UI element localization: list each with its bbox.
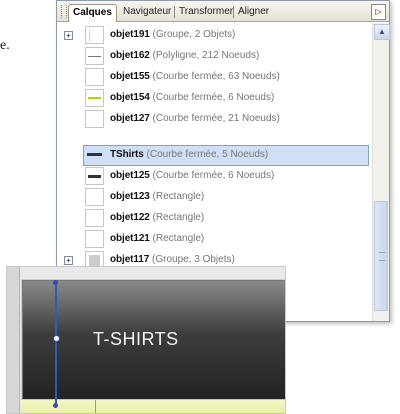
tshirts-label: T-SHIRTS <box>93 329 179 349</box>
layer-detail: (Polyligne, 212 Noeuds) <box>149 50 260 61</box>
layer-row-objet154[interactable]: objet154 (Courbe fermée, 6 Noeuds) <box>57 88 369 109</box>
layer-thumbnail <box>85 146 104 164</box>
panel-grip[interactable] <box>61 5 67 18</box>
layer-thumbnail <box>85 47 104 65</box>
layer-name: objet121 <box>110 233 150 244</box>
panel-menu-arrow-icon[interactable]: ▷ <box>371 4 386 20</box>
layer-name: objet123 <box>110 191 150 202</box>
expand-icon[interactable]: + <box>64 256 73 265</box>
layer-thumbnail <box>85 89 104 107</box>
layer-name: objet127 <box>110 113 150 124</box>
layer-thumbnail <box>85 167 104 185</box>
layer-detail: (Rectangle) <box>149 191 205 202</box>
yellow-strip <box>21 399 285 413</box>
layer-row-objet155[interactable]: objet155 (Courbe fermée, 63 Noeuds) <box>57 67 369 88</box>
tab-transformer[interactable]: Transformer <box>175 4 237 21</box>
scroll-thumb[interactable] <box>374 201 388 311</box>
tab-calques[interactable]: Calques <box>68 4 117 22</box>
layer-name: objet162 <box>110 50 150 61</box>
layer-detail: (Rectangle) <box>149 212 205 223</box>
selection-guide-line[interactable] <box>55 281 57 406</box>
layer-name: objet122 <box>110 212 150 223</box>
layer-row-objet162[interactable]: objet162 (Polyligne, 212 Noeuds) <box>57 46 369 67</box>
layer-thumbnail <box>85 209 104 227</box>
layer-thumbnail <box>85 188 104 206</box>
layer-row-objet125[interactable]: objet125 (Courbe fermée, 6 Noeuds) <box>57 166 369 187</box>
guide-handle-mid[interactable] <box>53 335 60 342</box>
layer-thumbnail <box>85 110 104 128</box>
layer-row-objet121[interactable]: objet121 (Rectangle) <box>57 229 369 250</box>
clipped-text: e. <box>0 38 10 53</box>
layer-detail: (Groupe, 3 Objets) <box>149 254 235 265</box>
layer-name: TShirts <box>110 149 144 160</box>
guide-handle-bottom[interactable] <box>53 403 58 408</box>
expand-icon[interactable]: + <box>64 31 73 40</box>
layer-name: objet154 <box>110 92 150 103</box>
layer-thumbnail <box>85 26 104 44</box>
layer-name: objet117 <box>110 254 150 265</box>
guide-handle-top[interactable] <box>53 280 58 285</box>
layer-thumbnail <box>85 230 104 248</box>
layer-row-tshirts[interactable]: TShirts (Courbe fermée, 5 Noeuds) <box>57 145 369 166</box>
layer-detail: (Courbe fermée, 63 Noeuds) <box>149 71 280 82</box>
layer-detail: (Courbe fermée, 21 Noeuds) <box>149 113 280 124</box>
tab-navigateur[interactable]: Navigateur <box>119 4 175 21</box>
layer-row-objet123[interactable]: objet123 (Rectangle) <box>57 187 369 208</box>
layer-detail: (Groupe, 2 Objets) <box>149 29 236 40</box>
scroll-up-icon[interactable]: ▲ <box>374 24 390 40</box>
layer-detail: (Courbe fermée, 6 Noeuds) <box>149 92 275 103</box>
layer-row-objet122[interactable]: objet122 (Rectangle) <box>57 208 369 229</box>
layer-name: objet155 <box>110 71 150 82</box>
layer-detail: (Rectangle) <box>149 233 205 244</box>
vertical-scrollbar[interactable]: ▲ <box>372 23 390 321</box>
layer-row-objet191[interactable]: + objet191 (Groupe, 2 Objets) <box>57 25 369 46</box>
panel-tabbar: Calques Navigateur Transformer Aligner ▷ <box>57 1 389 22</box>
canvas-preview: T-SHIRTS <box>6 266 286 414</box>
layer-detail: (Courbe fermée, 5 Noeuds) <box>143 149 269 160</box>
tab-aligner[interactable]: Aligner <box>234 4 273 21</box>
layer-row-objet127[interactable]: objet127 (Courbe fermée, 21 Noeuds) <box>57 109 369 130</box>
guide-tick <box>95 400 96 413</box>
layer-name: objet191 <box>110 29 150 40</box>
canvas-edge <box>7 267 20 413</box>
layer-name: objet125 <box>110 170 150 181</box>
layer-thumbnail <box>85 68 104 86</box>
layer-detail: (Courbe fermée, 6 Noeuds) <box>149 170 275 181</box>
